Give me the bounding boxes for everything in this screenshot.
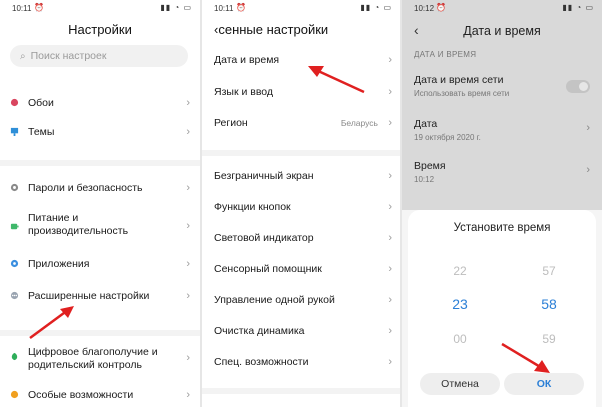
chevron-right-icon: ›	[388, 54, 392, 66]
search-input[interactable]: ⌕ Поиск настроек	[10, 45, 188, 67]
flower-icon	[10, 98, 19, 107]
settings-item-label: Дата и время	[214, 54, 280, 66]
pointer-arrow	[308, 66, 365, 94]
chevron-right-icon: ›	[186, 290, 190, 302]
settings-item-label: Функции кнопок	[214, 201, 291, 213]
settings-item-label: Регион	[214, 117, 248, 129]
cancel-button[interactable]: Отмена	[420, 373, 500, 395]
chevron-right-icon: ›	[186, 352, 190, 364]
settings-item-label: Управление одной рукой	[214, 294, 335, 306]
pointer-arrow	[29, 306, 74, 340]
person-icon	[10, 390, 19, 399]
settings-item-label: Темы	[28, 126, 55, 138]
chevron-right-icon: ›	[186, 258, 190, 270]
chevron-right-icon: ›	[186, 220, 190, 232]
signal-icons: ▮▮ ◔ ▭	[562, 3, 594, 12]
settings-item-label: Сенсорный помощник	[214, 263, 322, 275]
chevron-right-icon: ›	[186, 126, 190, 138]
settings-item-label: Расширенные настройки	[28, 290, 150, 302]
search-icon: ⌕	[20, 51, 26, 62]
chevron-right-icon: ›	[388, 294, 392, 306]
settings-item-label: Обои	[28, 97, 54, 109]
status-bar: 10:11 ⏰ ▮▮ ◔ ▭	[202, 0, 400, 16]
alarm-icon: ⏰	[236, 3, 246, 12]
status-time: 10:11	[12, 4, 32, 13]
signal-icons: ▮▮ ◔ ▭	[160, 3, 192, 12]
alarm-icon: ⏰	[436, 3, 446, 12]
advanced-settings-screen: 10:11 ⏰ ▮▮ ◔ ▭ ‹сенные настройки Дата и …	[200, 0, 402, 407]
status-time: 10:11	[214, 4, 234, 13]
minute-selected[interactable]: 58	[534, 296, 564, 312]
time-label[interactable]: Время	[414, 160, 446, 172]
battery-icon	[10, 223, 19, 230]
status-bar: 10:11 ⏰ ▮▮ ◔ ▭	[0, 0, 200, 16]
brush-icon	[10, 127, 19, 136]
divider	[202, 388, 400, 394]
status-time: 10:12	[414, 4, 435, 13]
alarm-icon: ⏰	[34, 3, 44, 12]
time-value: 10:12	[414, 175, 435, 184]
ok-button[interactable]: ОК	[504, 373, 584, 395]
chevron-right-icon: ›	[186, 182, 190, 194]
settings-item-label: Безграничный экран	[214, 170, 314, 182]
page-title: Настройки	[68, 22, 132, 37]
chevron-right-icon: ›	[586, 122, 590, 134]
hour-option[interactable]: 00	[445, 332, 475, 346]
dialog-title: Установите время	[453, 222, 551, 234]
page-title: ‹сенные настройки	[214, 22, 329, 37]
toggle-knob	[579, 82, 588, 91]
chevron-right-icon: ›	[186, 389, 190, 401]
section-header: ДАТА И ВРЕМЯ	[414, 50, 477, 59]
settings-screen: 10:11 ⏰ ▮▮ ◔ ▭ Настройки ⌕ Поиск настроек…	[0, 0, 200, 407]
hour-selected[interactable]: 23	[445, 296, 475, 312]
network-time-label: Дата и время сети	[414, 74, 504, 86]
settings-item-label: Особые возможности	[28, 389, 134, 401]
date-label[interactable]: Дата	[414, 118, 437, 130]
divider	[0, 330, 200, 336]
hour-option[interactable]: 22	[445, 264, 475, 278]
settings-item-label: Пароли и безопасность	[28, 182, 143, 194]
settings-item-label: Очистка динамика	[214, 325, 305, 337]
settings-item-label: Язык и ввод	[214, 86, 274, 98]
gear-icon	[10, 183, 19, 192]
chevron-right-icon: ›	[388, 263, 392, 275]
chevron-right-icon: ›	[388, 117, 392, 129]
settings-item-label: Питание и производительность	[28, 212, 129, 237]
chevron-right-icon: ›	[586, 164, 590, 176]
signal-icons: ▮▮ ◔ ▭	[360, 3, 392, 12]
settings-item-label: Цифровое благополучие и родительский кон…	[28, 346, 158, 371]
date-time-screen: 10:12 ⏰ ▮▮ ◔ ▭ ‹ Дата и время ДАТА И ВРЕ…	[402, 0, 602, 407]
settings-item-label: Световой индикатор	[214, 232, 314, 244]
chevron-right-icon: ›	[388, 232, 392, 244]
time-picker-dialog: Установите время 22 23 00 57 58 59 Отмен…	[408, 210, 596, 407]
chevron-right-icon: ›	[388, 86, 392, 98]
divider	[202, 150, 400, 156]
region-value: Беларусь	[340, 118, 378, 128]
minute-option[interactable]: 57	[534, 264, 564, 278]
minute-option[interactable]: 59	[534, 332, 564, 346]
chevron-right-icon: ›	[388, 170, 392, 182]
settings-item-label: Приложения	[28, 258, 90, 270]
chevron-right-icon: ›	[388, 325, 392, 337]
network-time-sub: Использовать время сети	[414, 89, 510, 98]
settings-item-label: Спец. возможности	[214, 356, 309, 368]
date-value: 19 октября 2020 г.	[414, 133, 481, 142]
network-time-toggle[interactable]	[566, 80, 590, 93]
dots-icon	[10, 291, 19, 300]
status-bar: 10:12 ⏰ ▮▮ ◔ ▭	[402, 0, 602, 16]
leaf-icon	[11, 352, 18, 361]
chevron-right-icon: ›	[388, 356, 392, 368]
divider	[0, 160, 200, 166]
chevron-right-icon: ›	[186, 97, 190, 109]
chevron-right-icon: ›	[388, 201, 392, 213]
page-title: Дата и время	[463, 24, 541, 38]
search-placeholder: Поиск настроек	[30, 50, 107, 62]
apps-icon	[10, 259, 19, 268]
